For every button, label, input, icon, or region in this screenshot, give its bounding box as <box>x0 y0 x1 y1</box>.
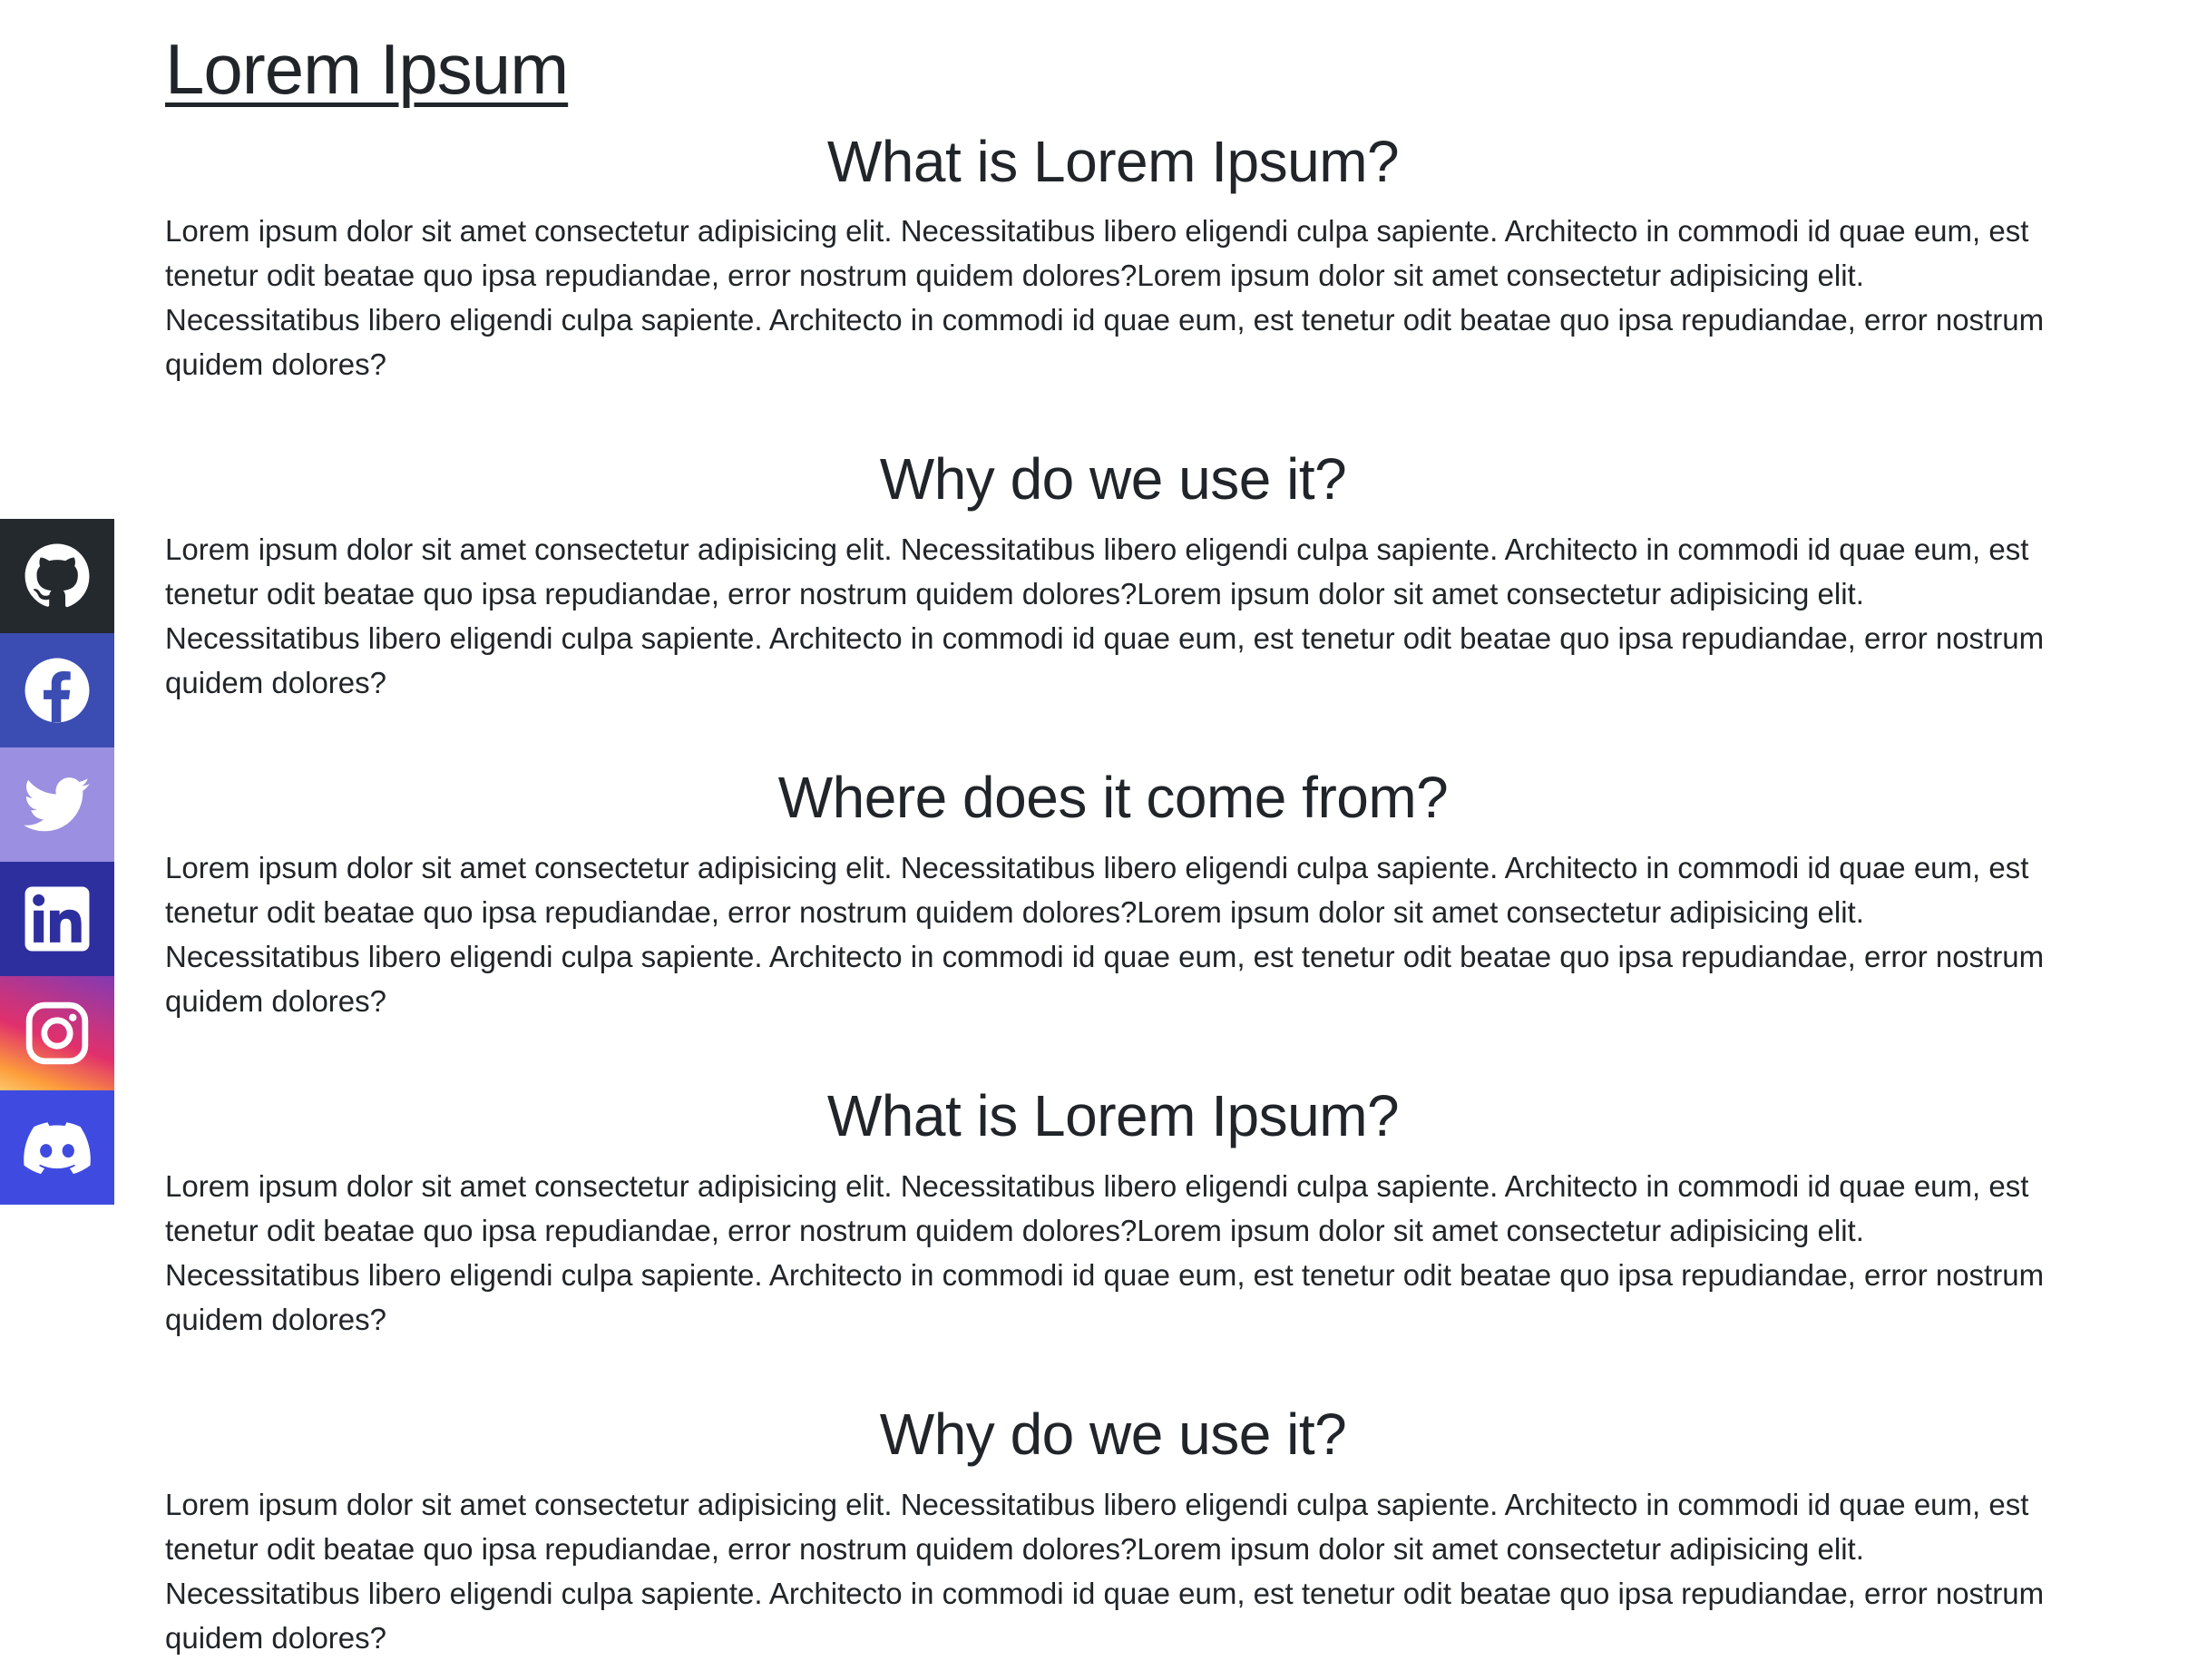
section-body: Lorem ipsum dolor sit amet consectetur a… <box>165 850 2045 1018</box>
page: Lorem Ipsum What is Lorem Ipsum? Lorem i… <box>0 0 2188 1680</box>
social-sidebar <box>0 519 114 1205</box>
github-link[interactable] <box>0 519 114 633</box>
github-icon <box>24 543 90 608</box>
content-section: Where does it come from? Lorem ipsum dol… <box>165 763 2061 1023</box>
main-content: Lorem Ipsum What is Lorem Ipsum? Lorem i… <box>165 27 2061 1680</box>
section-heading: Why do we use it? <box>879 446 1347 513</box>
discord-icon <box>24 1122 91 1175</box>
instagram-link[interactable] <box>0 976 114 1090</box>
section-body: Lorem ipsum dolor sit amet consectetur a… <box>165 214 2045 382</box>
section-heading: What is Lorem Ipsum? <box>826 1082 1400 1148</box>
linkedin-link[interactable] <box>0 862 114 976</box>
content-section: Why do we use it? Lorem ipsum dolor sit … <box>165 444 2061 705</box>
content-section: What is Lorem Ipsum? Lorem ipsum dolor s… <box>165 127 2061 387</box>
section-body: Lorem ipsum dolor sit amet consectetur a… <box>165 532 2045 700</box>
section-body: Lorem ipsum dolor sit amet consectetur a… <box>165 1168 2045 1336</box>
discord-link[interactable] <box>0 1090 114 1205</box>
section-body: Lorem ipsum dolor sit amet consectetur a… <box>165 1487 2045 1655</box>
facebook-link[interactable] <box>0 633 114 747</box>
twitter-icon <box>24 777 90 832</box>
facebook-icon <box>24 658 90 723</box>
instagram-icon <box>25 1001 89 1065</box>
content-section: Why do we use it? Lorem ipsum dolor sit … <box>165 1400 2061 1660</box>
section-heading: Why do we use it? <box>879 1401 1347 1467</box>
site-title-link[interactable]: Lorem Ipsum <box>165 27 569 112</box>
twitter-link[interactable] <box>0 747 114 862</box>
content-section: What is Lorem Ipsum? Lorem ipsum dolor s… <box>165 1081 2061 1342</box>
linkedin-icon <box>24 886 90 952</box>
section-heading: What is Lorem Ipsum? <box>826 128 1400 194</box>
section-heading: Where does it come from? <box>777 765 1449 831</box>
